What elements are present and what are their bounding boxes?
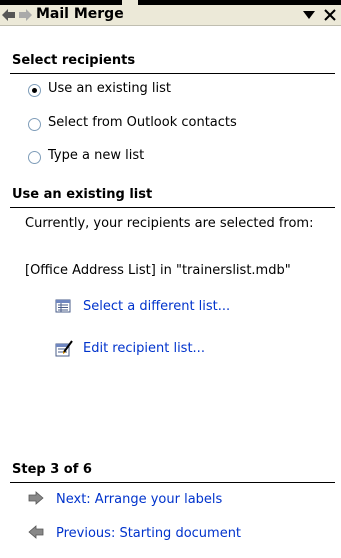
select-recipients-heading: Select recipients [0,49,341,74]
select-recipients-heading-text: Select recipients [12,53,136,68]
radio-dot [32,88,37,93]
window-top-edge [0,0,341,5]
recipients-description: Currently, your recipients are selected … [25,216,314,231]
previous-step-text[interactable]: Previous: Starting document [56,526,241,541]
use-existing-list-heading: Use an existing list [0,183,341,208]
mail-merge-task-pane: Mail Merge Select recipients Use an exis… [0,0,341,558]
heading-divider [10,482,335,483]
step-heading: Step 3 of 6 [0,458,341,483]
close-icon[interactable] [323,6,337,22]
select-different-list-text[interactable]: Select a different list... [83,299,230,314]
edit-recipient-list-text[interactable]: Edit recipient list... [83,341,205,356]
next-step-text[interactable]: Next: Arrange your labels [56,492,222,507]
use-existing-list-heading-text: Use an existing list [12,187,153,202]
recipients-source: [Office Address List] in "trainerslist.m… [25,263,291,278]
address-book-icon [55,299,71,313]
heading-divider [10,207,335,208]
step-heading-text: Step 3 of 6 [12,462,92,477]
title-bar-edge [300,0,310,5]
task-pane-title-bar: Mail Merge [0,0,341,26]
radio-label: Type a new list [48,148,145,163]
edit-list-icon [55,340,73,357]
radio-label: Use an existing list [48,81,172,96]
back-arrow-icon[interactable] [2,9,16,21]
title-bar-gap [122,0,138,5]
radio-button[interactable] [28,151,41,164]
heading-divider [10,73,335,74]
task-pane-title: Mail Merge [36,6,124,22]
radio-label: Select from Outlook contacts [48,115,237,130]
radio-button-selected[interactable] [28,84,41,97]
previous-arrow-icon [28,525,44,539]
next-arrow-icon [28,491,44,505]
forward-arrow-icon[interactable] [18,9,32,21]
radio-button[interactable] [28,118,41,131]
pane-menu-dropdown-icon[interactable] [303,10,315,20]
